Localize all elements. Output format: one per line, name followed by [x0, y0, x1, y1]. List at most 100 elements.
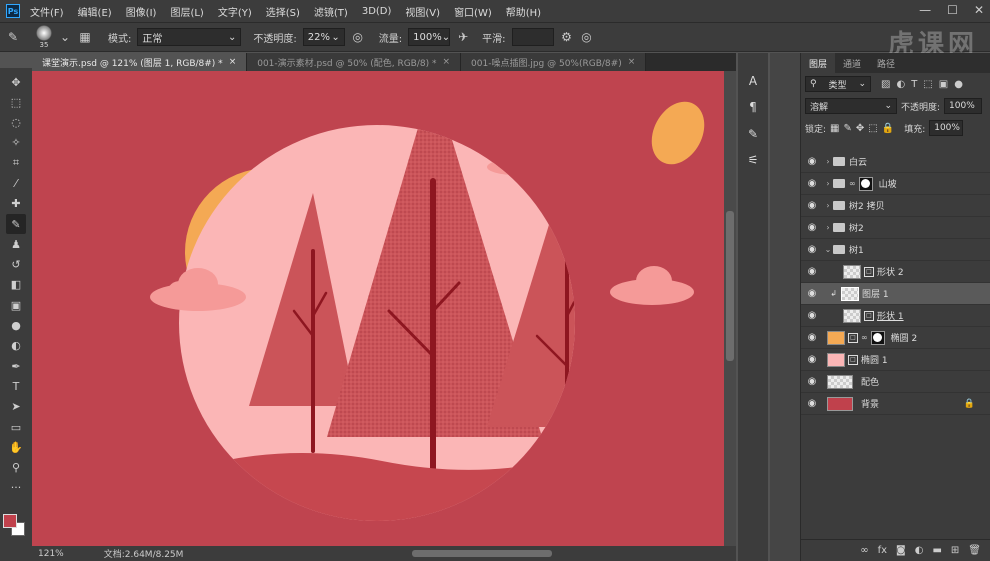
character-panel-icon[interactable]: A — [743, 71, 763, 91]
layer-row[interactable]: ◉ › 白云 — [801, 151, 990, 173]
link-layers-icon[interactable]: ∞ — [860, 545, 868, 556]
gear-icon[interactable]: ⚙ — [560, 30, 574, 44]
eye-icon[interactable]: ◉ — [801, 222, 823, 233]
eye-icon[interactable]: ◉ — [801, 244, 823, 255]
eraser-tool-icon[interactable]: ◧ — [6, 275, 26, 295]
lasso-tool-icon[interactable]: ◌ — [6, 113, 26, 133]
tab-layers[interactable]: 图层 — [801, 53, 836, 73]
tab-paths[interactable]: 路径 — [869, 53, 903, 73]
layer-mask-thumbnail[interactable] — [870, 330, 885, 345]
menu-view[interactable]: 视图(V) — [405, 4, 440, 19]
zoom-tool-icon[interactable]: ⚲ — [6, 458, 26, 478]
eyedropper-tool-icon[interactable]: ⁄ — [6, 173, 26, 193]
chevron-right-icon[interactable]: › — [823, 179, 833, 188]
canvas[interactable] — [32, 71, 724, 546]
layer-row[interactable]: ◉ 配色 — [801, 371, 990, 393]
marquee-tool-icon[interactable]: ⬚ — [6, 92, 26, 112]
brush-tool-icon[interactable]: ✎ — [6, 30, 20, 44]
vertical-scrollbar[interactable] — [724, 71, 736, 546]
layer-row[interactable]: ◉ □ ∞ 椭圆 2 — [801, 327, 990, 349]
tab-channels[interactable]: 通道 — [835, 53, 869, 73]
foreground-color-swatch[interactable] — [3, 514, 17, 528]
eye-icon[interactable]: ◉ — [801, 376, 823, 387]
scroll-thumb[interactable] — [726, 211, 734, 361]
layer-opacity-input[interactable]: 100% — [944, 98, 983, 114]
zoom-level[interactable]: 121% — [38, 549, 64, 559]
brush-panel-icon[interactable]: ✎ — [743, 124, 763, 144]
move-tool-icon[interactable]: ✥ — [6, 72, 26, 92]
menu-window[interactable]: 窗口(W) — [454, 4, 492, 19]
lock-pixels-icon[interactable]: ✎ — [844, 123, 852, 134]
filter-kind-select[interactable]: ⚲ 类型 ⌄ — [805, 76, 871, 92]
menu-edit[interactable]: 编辑(E) — [78, 4, 112, 19]
healing-brush-tool-icon[interactable]: ✚ — [6, 194, 26, 214]
lock-transparent-icon[interactable]: ▦ — [830, 123, 839, 134]
layer-row[interactable]: ◉ □ 椭圆 1 — [801, 349, 990, 371]
menu-filter[interactable]: 滤镜(T) — [314, 4, 348, 19]
layer-row[interactable]: ◉ □ 形状 2 — [801, 261, 990, 283]
chevron-down-icon[interactable]: ⌄ — [823, 245, 833, 254]
layer-row[interactable]: ◉ › 树2 拷贝 — [801, 195, 990, 217]
close-icon[interactable]: × — [628, 57, 636, 67]
eye-icon[interactable]: ◉ — [801, 310, 823, 321]
close-icon[interactable]: × — [443, 57, 451, 67]
menu-3d[interactable]: 3D(D) — [362, 6, 392, 17]
tab-document-2[interactable]: 001-演示素材.psd @ 50% (配色, RGB/8) * × — [247, 53, 462, 71]
hand-tool-icon[interactable]: ✋ — [6, 437, 26, 457]
paragraph-panel-icon[interactable]: ¶ — [743, 97, 763, 117]
filter-toggle-icon[interactable]: ● — [954, 79, 963, 90]
pen-tool-icon[interactable]: ✒ — [6, 356, 26, 376]
layer-mask-thumbnail[interactable] — [858, 176, 873, 191]
layer-style-icon[interactable]: fx — [878, 545, 887, 556]
path-selection-tool-icon[interactable]: ➤ — [6, 397, 26, 417]
more-tools-icon[interactable]: ··· — [6, 478, 26, 498]
smart-object-filter-icon[interactable]: ▣ — [939, 79, 948, 90]
chevron-right-icon[interactable]: › — [823, 157, 833, 166]
menu-help[interactable]: 帮助(H) — [506, 4, 541, 19]
blur-tool-icon[interactable]: ● — [6, 316, 26, 336]
menu-select[interactable]: 选择(S) — [266, 4, 300, 19]
adjustment-filter-icon[interactable]: ◐ — [896, 79, 905, 90]
layer-row[interactable]: ◉ ⌄ 树1 — [801, 239, 990, 261]
menu-file[interactable]: 文件(F) — [30, 4, 64, 19]
eye-icon[interactable]: ◉ — [801, 156, 823, 167]
layer-row[interactable]: ◉ › ∞ 山坡 — [801, 173, 990, 195]
maximize-icon[interactable]: ☐ — [947, 3, 958, 17]
gradient-tool-icon[interactable]: ▣ — [6, 295, 26, 315]
eye-icon[interactable]: ◉ — [801, 398, 823, 409]
chevron-right-icon[interactable]: › — [823, 223, 833, 232]
tab-document-1[interactable]: 课堂演示.psd @ 121% (图层 1, RGB/8#) * × — [32, 53, 248, 71]
new-group-icon[interactable]: ▬ — [932, 545, 941, 556]
brush-settings-icon[interactable]: ▦ — [78, 30, 92, 44]
type-filter-icon[interactable]: T — [911, 79, 917, 90]
clone-stamp-tool-icon[interactable]: ♟ — [6, 234, 26, 254]
brush-preset-picker[interactable]: 35 — [36, 25, 52, 49]
lock-all-icon[interactable]: 🔒 — [882, 123, 894, 134]
opacity-input[interactable]: 22% ⌄ — [302, 28, 345, 46]
eye-icon[interactable]: ◉ — [801, 288, 823, 299]
shape-filter-icon[interactable]: ⬚ — [923, 79, 932, 90]
airbrush-icon[interactable]: ✈ — [456, 30, 470, 44]
chevron-right-icon[interactable]: › — [823, 201, 833, 210]
mode-select[interactable]: 正常 ⌄ — [137, 28, 242, 46]
tab-document-3[interactable]: 001-噪点插图.jpg @ 50%(RGB/8#) × — [461, 53, 647, 71]
close-icon[interactable]: ✕ — [974, 3, 984, 17]
flow-input[interactable]: 100% ⌄ — [408, 28, 451, 46]
dodge-tool-icon[interactable]: ◐ — [6, 336, 26, 356]
chevron-down-icon[interactable]: ⌄ — [58, 30, 72, 44]
new-layer-icon[interactable]: ⊞ — [951, 545, 959, 556]
lock-position-icon[interactable]: ✥ — [856, 123, 864, 134]
horizontal-scroll-thumb[interactable] — [412, 550, 552, 557]
fill-input[interactable]: 100% — [929, 120, 964, 136]
trash-icon[interactable]: 🗑 — [968, 545, 981, 556]
pressure-opacity-icon[interactable]: ◎ — [351, 30, 365, 44]
minimize-icon[interactable]: — — [919, 3, 931, 17]
eye-icon[interactable]: ◉ — [801, 178, 823, 189]
eye-icon[interactable]: ◉ — [801, 354, 823, 365]
adjustments-panel-icon[interactable]: ⚟ — [743, 150, 763, 170]
eye-icon[interactable]: ◉ — [801, 332, 823, 343]
menu-type[interactable]: 文字(Y) — [218, 4, 252, 19]
history-brush-tool-icon[interactable]: ↺ — [6, 255, 26, 275]
menu-layer[interactable]: 图层(L) — [170, 4, 203, 19]
brush-tool-icon[interactable]: ✎ — [6, 214, 26, 235]
